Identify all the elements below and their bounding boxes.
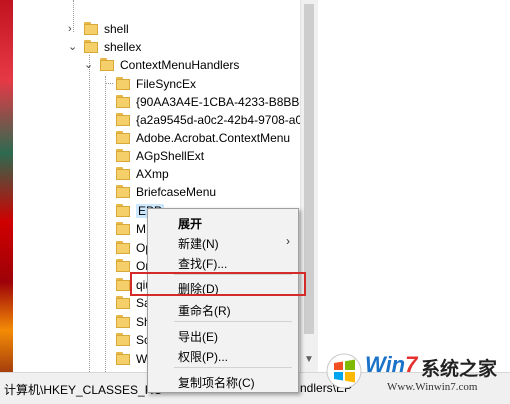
chevron-down-icon[interactable]: ⌄ <box>68 40 78 53</box>
menu-item-export[interactable]: 导出(E) <box>148 325 298 345</box>
folder-icon <box>116 222 130 235</box>
tree-item-label: AXmp <box>136 166 169 181</box>
watermark-brand-seven: 7 <box>405 352 418 377</box>
tree-connector <box>105 76 106 372</box>
watermark-brand: Win7 <box>365 352 417 378</box>
menu-item-label: 重命名(R) <box>178 304 231 318</box>
menu-item-label: 权限(P)... <box>178 350 228 364</box>
folder-icon <box>116 131 130 144</box>
highlight-box <box>130 272 306 296</box>
menu-item-label: 展开 <box>178 217 203 231</box>
folder-icon <box>116 278 130 291</box>
menu-separator <box>174 321 292 322</box>
tree-item-label: shell <box>104 21 129 36</box>
menu-item-label: 新建(N) <box>178 237 219 251</box>
folder-icon <box>116 95 130 108</box>
folder-icon <box>116 352 130 365</box>
tree-item-label: Adobe.Acrobat.ContextMenu <box>136 130 291 145</box>
folder-icon <box>116 167 130 180</box>
chevron-down-icon[interactable]: ⌄ <box>84 58 94 71</box>
scroll-down-icon[interactable]: ▼ <box>304 354 314 366</box>
folder-icon <box>116 296 130 309</box>
tree-item-label: ContextMenuHandlers <box>120 57 240 72</box>
tree-item-label: BriefcaseMenu <box>136 184 217 199</box>
tree-item-label: FileSyncEx <box>136 76 197 91</box>
vertical-scrollbar[interactable]: ▼ <box>300 0 318 372</box>
folder-icon <box>116 185 130 198</box>
tree-connector <box>105 83 113 84</box>
menu-item-new[interactable]: 新建(N) › <box>148 232 298 252</box>
tree-item-label: W <box>136 351 148 366</box>
folder-icon <box>116 149 130 162</box>
folder-icon <box>116 113 130 126</box>
menu-item-label: 查找(F)... <box>178 257 228 271</box>
folder-icon <box>116 241 130 254</box>
menu-item-find[interactable]: 查找(F)... <box>148 252 298 272</box>
menu-item-rename[interactable]: 重命名(R) <box>148 299 298 319</box>
tree-item[interactable]: W <box>116 348 147 369</box>
menu-item-label: 复制项名称(C) <box>178 376 255 390</box>
menu-item-copy-key-name[interactable]: 复制项名称(C) <box>148 371 298 391</box>
tree-connector <box>89 55 90 372</box>
menu-item-permissions[interactable]: 权限(P)... <box>148 345 298 365</box>
folder-icon <box>84 22 98 35</box>
folder-icon <box>116 204 130 217</box>
tree-item[interactable]: BriefcaseMenu <box>116 181 216 202</box>
watermark-brand-cn: 系统之家 <box>421 359 498 380</box>
tree-item-label: M <box>136 221 146 236</box>
windows-logo-icon <box>326 353 362 389</box>
menu-item-label: 导出(E) <box>178 330 218 344</box>
tree-item-label: shellex <box>104 39 142 54</box>
folder-icon <box>116 333 130 346</box>
tree-item-contextmenuhandlers[interactable]: ⌄ ContextMenuHandlers <box>84 54 239 75</box>
watermark: Win7 系统之家 Www.Winwin7.com <box>325 350 510 400</box>
chevron-right-icon: › <box>286 234 290 248</box>
folder-icon <box>100 58 114 71</box>
context-menu: 展开 新建(N) › 查找(F)... 删除(D) 重命名(R) 导出(E) 权… <box>147 208 299 393</box>
watermark-url: Www.Winwin7.com <box>387 381 478 393</box>
watermark-brand-prefix: Win <box>365 352 406 377</box>
folder-icon <box>116 259 130 272</box>
tree-item-label: {90AA3A4E-1CBA-4233-B8BB-53 <box>136 94 300 109</box>
tree-item-label: AGpShellExt <box>136 148 205 163</box>
menu-separator <box>174 367 292 368</box>
chevron-right-icon[interactable]: › <box>68 23 78 35</box>
desktop-background <box>0 0 13 403</box>
tree-item[interactable]: M <box>116 218 146 239</box>
tree-item[interactable]: Sc <box>116 329 150 350</box>
folder-icon <box>116 315 130 328</box>
menu-item-expand[interactable]: 展开 <box>148 212 298 232</box>
tree-item-label: {a2a9545d-a0c2-42b4-9708-a0b <box>136 112 300 127</box>
folder-icon <box>116 77 130 90</box>
status-path: 计算机\HKEY_CLASSES_RO <box>4 383 163 397</box>
folder-icon <box>84 40 98 53</box>
values-pane <box>318 0 510 372</box>
